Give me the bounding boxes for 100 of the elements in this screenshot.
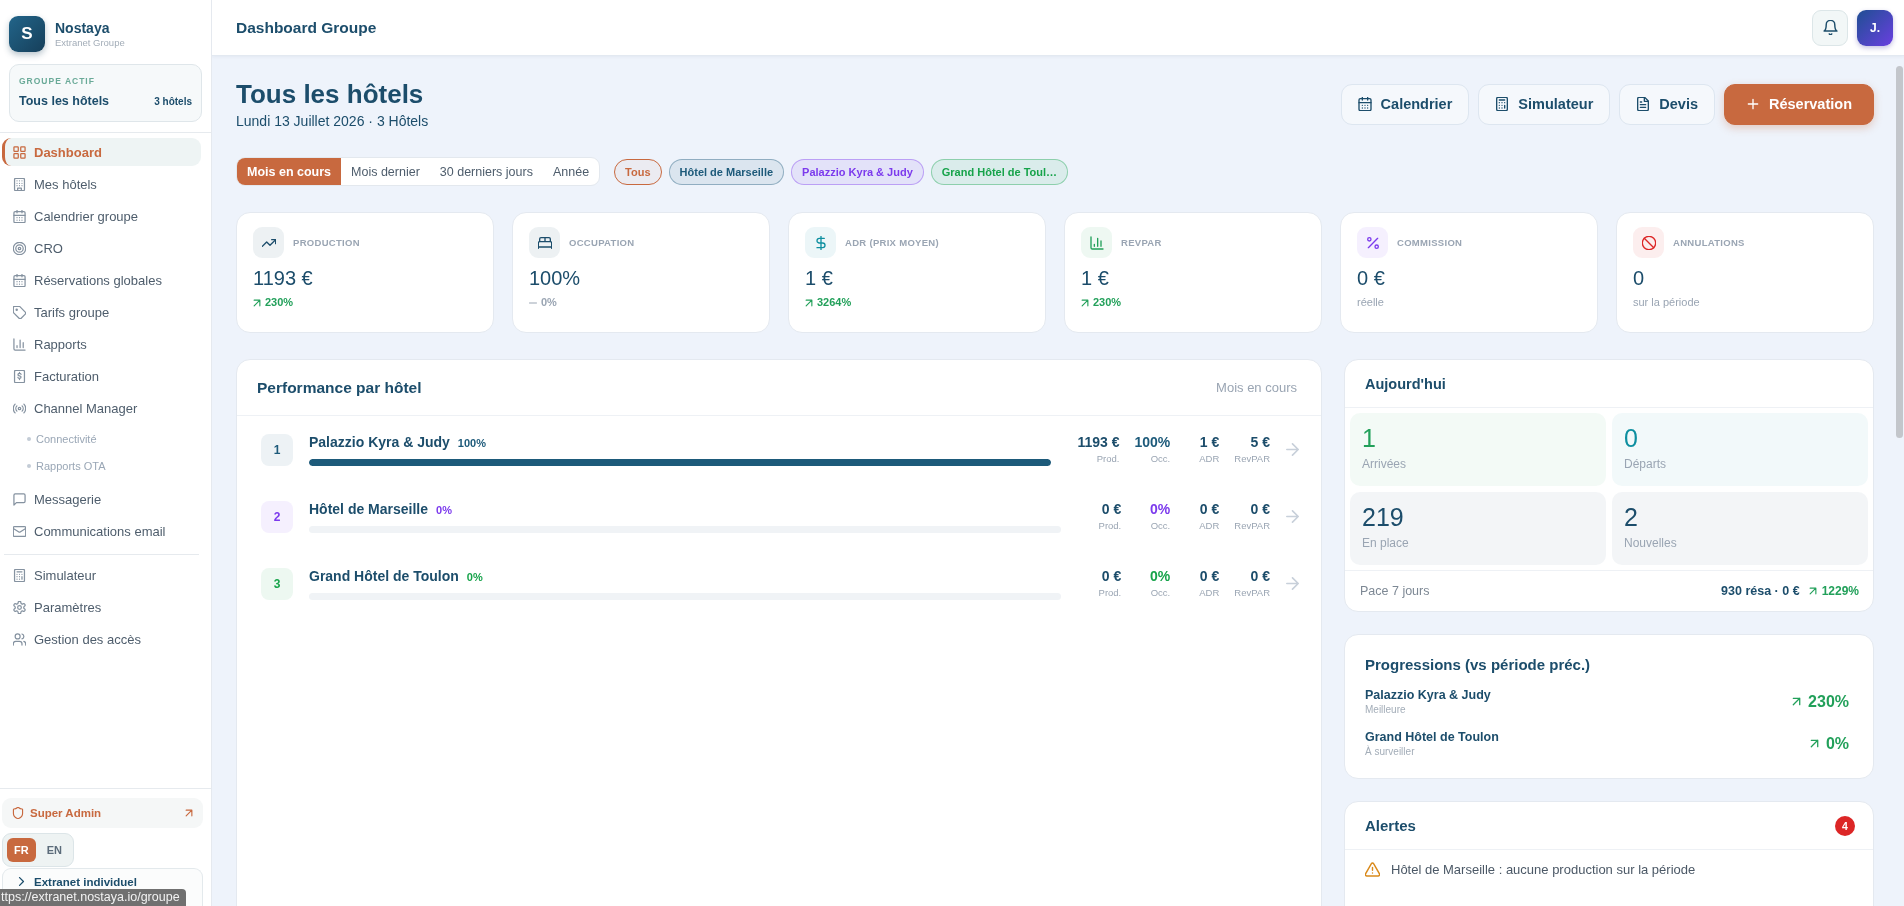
stat-label: Arrivées xyxy=(1362,456,1407,472)
notifications-button[interactable] xyxy=(1812,9,1848,46)
change-value: 0% xyxy=(1825,734,1849,753)
kpi-change: 230% xyxy=(265,295,294,310)
group-name: Tous les hôtels xyxy=(19,93,110,110)
nav-item[interactable]: Paramètres xyxy=(2,593,201,621)
kpi-label: COMMISSION xyxy=(1397,237,1463,248)
dot-icon xyxy=(27,464,31,468)
chevron-right-icon xyxy=(17,877,26,886)
hotel-filter-chip[interactable]: Palazzio Kyra & Judy xyxy=(791,158,924,185)
metric-label: ADR xyxy=(1199,587,1220,599)
metric-label: Occ. xyxy=(1150,587,1171,599)
pace-change: 1229% xyxy=(1821,584,1859,598)
language-option[interactable]: FR xyxy=(7,838,36,862)
arrow-up-right-icon xyxy=(1808,587,1817,595)
arrow-right-icon[interactable] xyxy=(1286,443,1299,456)
building-icon xyxy=(13,177,26,191)
stat-label: En place xyxy=(1362,535,1410,551)
period-tab[interactable]: Mois en cours xyxy=(237,158,342,185)
action-button[interactable]: Simulateur xyxy=(1478,83,1611,125)
metric-label: Prod. xyxy=(1098,587,1122,599)
scrollbar-thumb[interactable] xyxy=(1896,66,1903,438)
brand-logo: S xyxy=(9,16,45,52)
language-option[interactable]: EN xyxy=(39,838,69,862)
calendar-icon xyxy=(1357,97,1372,111)
metric-value: 100% xyxy=(1134,434,1171,451)
page-subtitle: Lundi 13 Juillet 2026 · 3 Hôtels xyxy=(236,112,429,130)
shield-icon xyxy=(12,807,24,819)
nav-item[interactable]: Messagerie xyxy=(2,485,201,513)
action-button[interactable]: Devis xyxy=(1619,83,1715,125)
primary-action-button[interactable]: Réservation xyxy=(1724,83,1874,125)
arrow-up-right-icon xyxy=(185,809,193,817)
nav-item[interactable]: Communications email xyxy=(2,517,201,545)
arrow-up-right-icon xyxy=(1809,739,1819,748)
page-heading: Tous les hôtels xyxy=(236,78,425,110)
stat-value: 0 xyxy=(1624,424,1639,453)
rank-badge: 3 xyxy=(261,567,293,600)
metric-label: Prod. xyxy=(1098,520,1122,532)
metric-value: 0% xyxy=(1150,568,1171,585)
kpi-value: 1 € xyxy=(805,266,834,290)
pace-label: Pace 7 jours xyxy=(1360,584,1430,598)
period-tab[interactable]: 30 derniers jours xyxy=(429,158,543,185)
kpi-label: REVPAR xyxy=(1121,237,1162,248)
nav-item[interactable]: Facturation xyxy=(2,362,201,390)
metric-value: 0 € xyxy=(1199,568,1220,585)
arrow-right-icon[interactable] xyxy=(1286,577,1299,590)
arrow-up-right-icon xyxy=(805,298,813,307)
metric-label: RevPAR xyxy=(1234,453,1270,465)
super-admin-link[interactable]: Super Admin xyxy=(2,798,203,828)
tag-icon xyxy=(13,305,26,319)
bell-icon xyxy=(1822,20,1838,35)
kpi-value: 1 € xyxy=(1081,266,1110,290)
hotel-name: Grand Hôtel de Toulon xyxy=(1365,729,1499,745)
stat-label: Départs xyxy=(1624,456,1668,472)
dollar-document-icon xyxy=(13,369,26,383)
metric-label: Prod. xyxy=(1096,453,1120,465)
document-icon xyxy=(1636,97,1651,111)
bar-chart-icon xyxy=(13,337,26,351)
chat-bubble-icon xyxy=(13,492,26,506)
warning-triangle-icon xyxy=(1365,862,1380,877)
card-title: Progressions (vs période préc.) xyxy=(1365,655,1592,675)
action-button[interactable]: Calendrier xyxy=(1340,83,1470,125)
nav-item[interactable]: Tarifs groupe xyxy=(2,298,201,326)
kpi-label: PRODUCTION xyxy=(293,237,360,248)
kpi-value: 0 xyxy=(1633,266,1646,290)
hotel-note: À surveiller xyxy=(1365,745,1416,758)
arrow-up-right-icon xyxy=(1081,298,1089,307)
link-preview-tooltip: ttps://extranet.nostaya.io/groupe xyxy=(0,889,186,906)
calendar-icon xyxy=(13,273,26,287)
hotel-filter-chip[interactable]: Hôtel de Marseille xyxy=(668,158,785,185)
brand-subtitle: Extranet Groupe xyxy=(55,36,125,49)
nav-item[interactable]: Simulateur xyxy=(2,561,201,589)
period-tab[interactable]: Mois dernier xyxy=(341,158,430,185)
kpi-value: 0 € xyxy=(1357,266,1386,290)
nav-item[interactable]: Mes hôtels xyxy=(2,170,201,198)
kpi-label: OCCUPATION xyxy=(569,237,635,248)
nav-item[interactable]: Channel Manager xyxy=(2,394,201,422)
nav-item[interactable]: CRO xyxy=(2,234,201,262)
arrow-right-icon[interactable] xyxy=(1286,510,1299,523)
plus-icon xyxy=(1746,97,1760,111)
share-percent: 100% xyxy=(457,436,486,451)
card-title: Performance par hôtel xyxy=(257,378,422,397)
nav-item[interactable]: Réservations globales xyxy=(2,266,201,294)
group-label: GROUPE ACTIF xyxy=(19,76,96,87)
nav-item[interactable]: Rapports xyxy=(2,330,201,358)
kpi-note: sur la période xyxy=(1633,295,1700,310)
stat-value: 2 xyxy=(1624,503,1639,532)
kpi-change: 3264% xyxy=(817,295,852,310)
period-tab[interactable]: Année xyxy=(542,158,600,185)
period-label: Mois en cours xyxy=(1216,380,1297,395)
metric-label: ADR xyxy=(1199,453,1220,465)
metric-value: 1193 € xyxy=(1077,434,1120,451)
users-icon xyxy=(13,632,26,646)
metric-label: RevPAR xyxy=(1234,520,1270,532)
nav-item[interactable]: Calendrier groupe xyxy=(2,202,201,230)
nav-item[interactable]: Gestion des accès xyxy=(2,625,201,653)
metric-value: 0 € xyxy=(1250,501,1270,518)
target-icon xyxy=(13,241,26,255)
grid-icon xyxy=(13,145,26,159)
user-avatar[interactable]: J. xyxy=(1857,9,1893,46)
